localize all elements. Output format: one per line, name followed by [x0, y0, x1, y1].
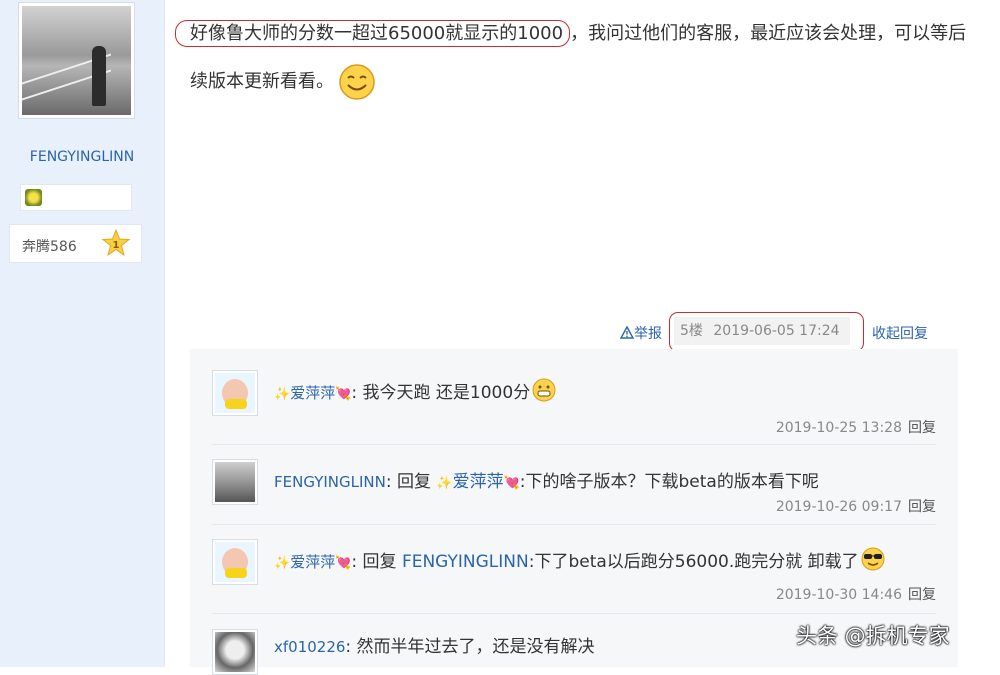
- heart-icon: 💘: [335, 387, 352, 402]
- reply-content-line: xf010226: 然而半年过去了，还是没有解决: [274, 632, 595, 657]
- reply-avatar[interactable]: [212, 539, 258, 585]
- reply-button[interactable]: 回复: [908, 499, 936, 515]
- reply-meta: 2019-10-26 09:17 回复: [776, 496, 936, 516]
- reply-button[interactable]: 回复: [908, 420, 936, 436]
- reply-target[interactable]: FENGYINGLINN: [402, 552, 529, 572]
- reply-text: : 我今天跑 还是1000分: [351, 383, 531, 403]
- reply-avatar[interactable]: [212, 459, 258, 505]
- reply-divider: [212, 444, 936, 445]
- warning-icon: [619, 325, 635, 339]
- post-content: 好像鲁大师的分数一超过65000就显示的1000 ，我问过他们的客服，最近应该会处…: [175, 10, 970, 106]
- medal-box: [20, 184, 132, 211]
- sparkle-icon: ✨: [274, 556, 291, 571]
- heart-icon: 💘: [335, 556, 352, 571]
- reply-button[interactable]: 回复: [908, 587, 936, 603]
- reply-author[interactable]: 爱萍萍: [290, 553, 335, 571]
- level-box: 奔腾586 1: [9, 224, 142, 263]
- sunglasses-emoji-icon: [861, 547, 885, 571]
- post-timestamp: 2019-06-05 17:24: [713, 323, 840, 339]
- highlighted-text: 好像鲁大师的分数一超过65000就显示的1000: [175, 20, 571, 47]
- reply-avatar[interactable]: [212, 370, 258, 416]
- sparkle-icon: ✨: [274, 387, 291, 402]
- reply-content-line: ✨爱萍萍💘: 回复 FENGYINGLINN:下了beta以后跑分56000.跑…: [274, 547, 885, 572]
- reply-time: 2019-10-30 14:46: [775, 587, 902, 603]
- reply-author[interactable]: xf010226: [274, 638, 345, 656]
- grin-emoji-icon: [532, 378, 556, 402]
- collapse-replies-link[interactable]: 收起回复: [872, 323, 928, 343]
- reply-text: : 然而半年过去了，还是没有解决: [345, 637, 595, 657]
- reply-content-line: FENGYINGLINN: 回复 ✨爱萍萍💘:下的啥子版本？下载beta的版本看…: [274, 467, 819, 492]
- level-star-icon: 1: [102, 229, 130, 257]
- reply-content-line: ✨爱萍萍💘: 我今天跑 还是1000分: [274, 378, 556, 403]
- reply-word: 回复: [362, 552, 397, 572]
- smile-emoji-icon: [339, 64, 375, 100]
- report-label[interactable]: 举报: [634, 326, 662, 342]
- author-username[interactable]: FENGYINGLINN: [0, 149, 164, 165]
- sparkle-icon: ✨: [436, 476, 453, 491]
- heart-icon: 💘: [503, 476, 520, 491]
- reply-target[interactable]: 爱萍萍: [453, 472, 504, 492]
- medal-icon[interactable]: [25, 189, 42, 206]
- post-meta-bar: 举报 5楼 2019-06-05 17:24 收起回复: [0, 312, 1000, 352]
- level-label: 奔腾586: [22, 239, 77, 255]
- floor-highlight-box: 5楼 2019-06-05 17:24: [669, 312, 864, 352]
- reply-meta: 2019-10-25 13:28 回复: [776, 417, 936, 437]
- floor-label: 5楼: [680, 323, 703, 339]
- reply-time: 2019-10-25 13:28: [775, 420, 902, 436]
- reply-text: :下了beta以后跑分56000.跑完分就 卸载了: [528, 552, 859, 572]
- reply-time: 2019-10-26 09:17: [775, 499, 902, 515]
- floor-info: 5楼 2019-06-05 17:24: [674, 317, 850, 345]
- reply-text: :下的啥子版本？下载beta的版本看下呢: [519, 472, 819, 492]
- level-number: 1: [113, 240, 120, 251]
- reply-prefix: :: [385, 472, 397, 492]
- reply-divider: [212, 524, 936, 525]
- reply-author[interactable]: FENGYINGLINN: [274, 473, 386, 491]
- reply-meta: 2019-10-30 14:46 回复: [776, 584, 936, 604]
- reply-divider: [212, 613, 936, 614]
- author-avatar[interactable]: [18, 2, 135, 119]
- avatar-photo: [22, 6, 131, 115]
- watermark: 头条 @拆机专家: [796, 624, 950, 648]
- report-link[interactable]: 举报: [619, 323, 662, 343]
- reply-prefix: :: [351, 552, 363, 572]
- reply-author[interactable]: 爱萍萍: [290, 384, 335, 402]
- reply-avatar[interactable]: [212, 629, 258, 675]
- reply-word: 回复: [397, 472, 431, 492]
